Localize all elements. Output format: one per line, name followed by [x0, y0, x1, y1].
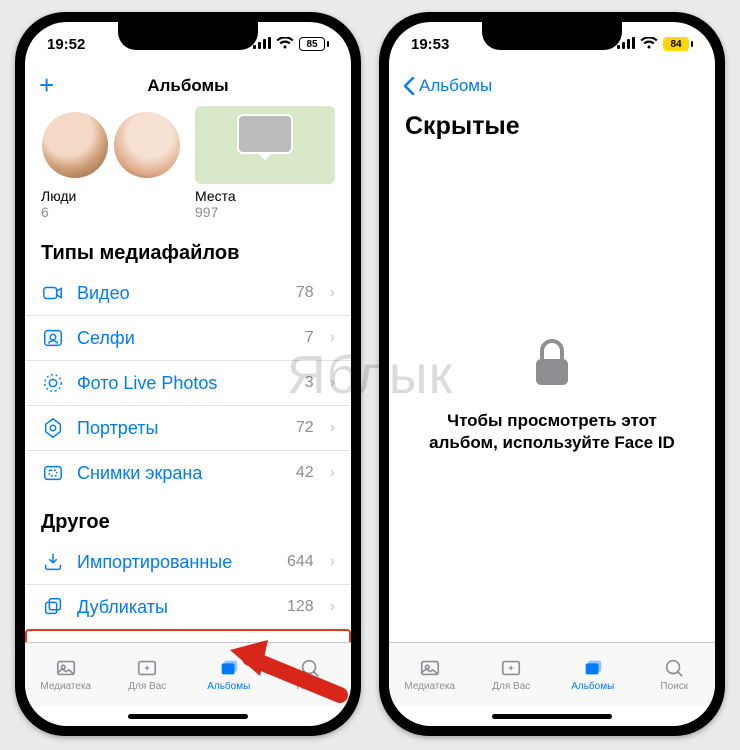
- album-name: Места: [195, 188, 335, 204]
- duplicates-icon: [41, 595, 65, 619]
- album-count: 6: [41, 204, 181, 220]
- chevron-right-icon: ›: [330, 598, 335, 616]
- notch: [482, 22, 622, 50]
- row-label: Видео: [77, 283, 284, 304]
- person-avatar: [114, 112, 180, 178]
- page-title: Скрытые: [389, 106, 715, 149]
- import-icon: [41, 550, 65, 574]
- albums-row: Люди 6 Места 997: [25, 106, 351, 226]
- battery-level: 85: [299, 37, 325, 51]
- tab-foryou[interactable]: Для Вас: [471, 643, 553, 706]
- portrait-icon: [41, 416, 65, 440]
- row-label: Селфи: [77, 328, 293, 349]
- row-label: Снимки экрана: [77, 463, 284, 484]
- tab-label: Медиатека: [404, 681, 455, 692]
- tab-library[interactable]: Медиатека: [25, 643, 107, 706]
- tab-label: Медиатека: [40, 681, 91, 692]
- status-time: 19:52: [47, 36, 85, 53]
- tab-label: Для Вас: [128, 681, 166, 692]
- screenshot-icon: [41, 461, 65, 485]
- row-screenshots[interactable]: Снимки экрана 42 ›: [25, 450, 351, 495]
- album-places[interactable]: Места 997: [195, 106, 335, 220]
- phone-left: 19:52 85 + Альбомы: [15, 12, 361, 736]
- tab-label: Для Вас: [492, 681, 530, 692]
- home-indicator[interactable]: [389, 706, 715, 726]
- row-count: 72: [296, 419, 314, 437]
- add-button[interactable]: +: [39, 70, 54, 101]
- row-video[interactable]: Видео 78 ›: [25, 271, 351, 315]
- hidden-icon: [41, 640, 65, 642]
- album-people[interactable]: Люди 6: [41, 106, 181, 220]
- row-count: 42: [296, 464, 314, 482]
- nav-header: + Альбомы: [25, 66, 351, 106]
- tab-foryou[interactable]: Для Вас: [107, 643, 189, 706]
- map-marker-icon: [237, 114, 293, 154]
- status-time: 19:53: [411, 36, 449, 53]
- row-portraits[interactable]: Портреты 72 ›: [25, 405, 351, 450]
- row-label: Фото Live Photos: [77, 373, 293, 394]
- row-count: 128: [287, 598, 314, 616]
- chevron-right-icon: ›: [330, 419, 335, 437]
- back-button[interactable]: Альбомы: [403, 76, 492, 96]
- map-thumbnail: [195, 106, 335, 184]
- row-imported[interactable]: Импортированные 644 ›: [25, 540, 351, 584]
- tab-label: Альбомы: [571, 681, 614, 692]
- album-count: 997: [195, 204, 335, 220]
- row-count: 644: [287, 553, 314, 571]
- tab-bar: Медиатека Для Вас Альбомы Поиск: [389, 642, 715, 706]
- chevron-right-icon: ›: [330, 374, 335, 392]
- chevron-right-icon: ›: [330, 329, 335, 347]
- selfie-icon: [41, 326, 65, 350]
- video-icon: [41, 281, 65, 305]
- phone-right: 19:53 84 Альбомы Скрытые: [379, 12, 725, 736]
- lock-icon: [530, 337, 574, 394]
- section-media-types-title: Типы медиафайлов: [25, 226, 351, 271]
- row-count: 78: [296, 284, 314, 302]
- media-types-list: Видео 78 › Селфи 7 › Фото Live Photos 3 …: [25, 271, 351, 495]
- wifi-icon: [640, 36, 658, 53]
- locked-album-placeholder: Чтобы просмотреть этот альбом, используй…: [389, 149, 715, 642]
- back-label: Альбомы: [419, 76, 492, 96]
- wifi-icon: [276, 36, 294, 53]
- notch: [118, 22, 258, 50]
- people-thumbnails: [41, 106, 181, 184]
- section-other-title: Другое: [25, 495, 351, 540]
- live-photo-icon: [41, 371, 65, 395]
- row-count: 3: [305, 374, 314, 392]
- row-count: 7: [305, 329, 314, 347]
- battery-level: 84: [663, 37, 689, 51]
- nav-title: Альбомы: [147, 76, 228, 96]
- row-duplicates[interactable]: Дубликаты 128 ›: [25, 584, 351, 629]
- locked-message: Чтобы просмотреть этот альбом, используй…: [419, 410, 685, 454]
- tab-library[interactable]: Медиатека: [389, 643, 471, 706]
- tab-search[interactable]: Поиск: [634, 643, 716, 706]
- row-label: Портреты: [77, 418, 284, 439]
- battery-indicator: 85: [299, 37, 329, 51]
- other-list: Импортированные 644 › Дубликаты 128 › Ск…: [25, 540, 351, 642]
- album-name: Люди: [41, 188, 181, 204]
- chevron-right-icon: ›: [330, 284, 335, 302]
- chevron-right-icon: ›: [330, 464, 335, 482]
- person-avatar: [42, 112, 108, 178]
- row-live-photos[interactable]: Фото Live Photos 3 ›: [25, 360, 351, 405]
- tab-albums[interactable]: Альбомы: [552, 643, 634, 706]
- nav-header: Альбомы: [389, 66, 715, 106]
- battery-indicator: 84: [663, 37, 693, 51]
- row-selfie[interactable]: Селфи 7 ›: [25, 315, 351, 360]
- annotation-arrow-icon: [230, 640, 350, 710]
- chevron-right-icon: ›: [330, 553, 335, 571]
- tab-label: Поиск: [660, 681, 688, 692]
- row-label: Импортированные: [77, 552, 275, 573]
- row-label: Дубликаты: [77, 597, 275, 618]
